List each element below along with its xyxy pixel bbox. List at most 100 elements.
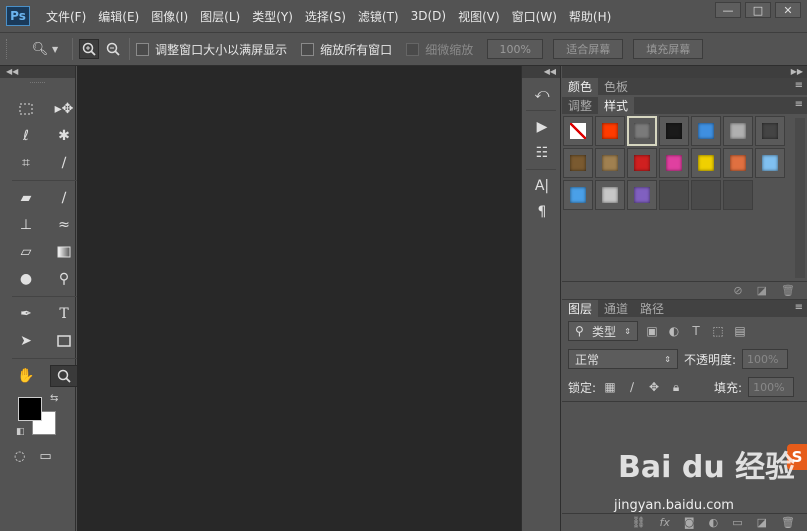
history-panel-icon[interactable]: ⤺ xyxy=(530,84,554,104)
collapse-dock-button[interactable]: ◀◀ xyxy=(522,66,560,78)
zoom-all-windows-option[interactable]: 缩放所有窗口 xyxy=(301,41,392,58)
delete-layer-icon[interactable]: 🗑︎ xyxy=(781,516,795,529)
paragraph-panel-icon[interactable]: ¶ xyxy=(530,202,554,222)
gradient-tool-icon[interactable] xyxy=(50,241,78,263)
collapse-tools-button[interactable]: ◀◀ xyxy=(0,66,75,78)
screen-mode-icon[interactable]: ▭ xyxy=(39,449,51,464)
dodge-tool-icon[interactable]: ⚲ xyxy=(50,268,78,290)
marquee-tool-icon[interactable] xyxy=(12,98,40,120)
history-brush-tool-icon[interactable]: ≈ xyxy=(50,214,78,236)
lock-position-icon[interactable]: ✥ xyxy=(646,379,662,395)
pattern-style[interactable] xyxy=(595,180,625,210)
sogou-input-badge[interactable]: S xyxy=(787,444,807,470)
collapse-panels-button[interactable]: ▶▶ xyxy=(562,66,807,78)
tab-swatches[interactable]: 色板 xyxy=(598,78,634,95)
type-filter-icon[interactable]: T xyxy=(688,323,704,339)
pen-tool-icon[interactable]: ✒ xyxy=(12,303,40,325)
lock-image-icon[interactable]: ∕ xyxy=(624,379,640,395)
document-canvas-area[interactable] xyxy=(77,66,521,531)
empty-style-1[interactable] xyxy=(659,180,689,210)
menu-view[interactable]: 视图(V) xyxy=(452,5,506,27)
menu-layer[interactable]: 图层(L) xyxy=(194,5,246,27)
none-style[interactable] xyxy=(563,116,593,146)
actual-pixels-button[interactable]: 100% xyxy=(487,39,544,59)
fill-screen-button[interactable]: 填充屏幕 xyxy=(633,39,704,59)
foreground-color-swatch[interactable] xyxy=(18,397,42,421)
default-colors-icon[interactable]: ◧ xyxy=(16,427,25,437)
move-tool-icon[interactable]: ▸✥ xyxy=(50,98,78,120)
layers-list[interactable] xyxy=(562,401,807,511)
menu-help[interactable]: 帮助(H) xyxy=(563,5,617,27)
opacity-field[interactable]: 100% xyxy=(742,349,789,369)
filter-kind-select[interactable]: ⚲ 类型 ⇕ xyxy=(568,321,638,341)
tab-channels[interactable]: 通道 xyxy=(598,300,634,317)
styles-scrollbar[interactable] xyxy=(795,118,805,278)
light-blue-style[interactable] xyxy=(755,148,785,178)
blur-tool-icon[interactable]: ● xyxy=(12,268,40,290)
healing-brush-tool-icon[interactable]: ▰ xyxy=(12,187,40,209)
rectangle-tool-icon[interactable] xyxy=(50,330,78,352)
fx-icon[interactable]: fx xyxy=(660,516,670,529)
shape-filter-icon[interactable]: ⬚ xyxy=(710,323,726,339)
black-emboss-style[interactable] xyxy=(659,116,689,146)
menu-file[interactable]: 文件(F) xyxy=(40,5,92,27)
path-selection-tool-icon[interactable]: ➤ xyxy=(12,330,40,352)
tool-preset-picker[interactable]: 🔍︎ ▼ xyxy=(30,39,58,59)
purple-style[interactable] xyxy=(627,180,657,210)
rainbow-style[interactable] xyxy=(659,148,689,178)
menu-filter[interactable]: 滤镜(T) xyxy=(352,5,405,27)
lasso-tool-icon[interactable]: ℓ xyxy=(12,125,40,147)
smart-object-filter-icon[interactable]: ▤ xyxy=(732,323,748,339)
yellow-frame-style[interactable] xyxy=(691,148,721,178)
tab-color[interactable]: 颜色 xyxy=(562,78,599,95)
properties-panel-icon[interactable]: ☷ xyxy=(530,143,554,163)
lock-all-icon[interactable]: 🔒︎ xyxy=(668,379,684,395)
maximize-button[interactable]: □ xyxy=(745,2,771,18)
resize-windows-checkbox[interactable] xyxy=(136,42,150,56)
minimize-button[interactable]: — xyxy=(715,2,741,18)
silver-style[interactable] xyxy=(723,116,753,146)
fit-screen-button[interactable]: 适合屏幕 xyxy=(553,39,624,59)
tab-styles[interactable]: 样式 xyxy=(598,97,635,114)
clone-stamp-tool-icon[interactable]: ⊥ xyxy=(12,214,40,236)
resize-windows-option[interactable]: 调整窗口大小以满屏显示 xyxy=(136,41,287,58)
zoom-out-button[interactable] xyxy=(103,39,123,59)
menu-select[interactable]: 选择(S) xyxy=(299,5,352,27)
orange-gradient-style[interactable] xyxy=(723,148,753,178)
zoom-tool-icon[interactable] xyxy=(50,365,78,387)
menu-edit[interactable]: 编辑(E) xyxy=(92,5,145,27)
actions-panel-icon[interactable]: ▶ xyxy=(530,117,554,137)
character-panel-icon[interactable]: A| xyxy=(530,176,554,196)
menu-type[interactable]: 类型(Y) xyxy=(246,5,299,27)
panel-menu-icon[interactable]: ≡ xyxy=(795,99,803,110)
zoom-all-windows-checkbox[interactable] xyxy=(301,42,315,56)
clear-style-icon[interactable]: ⊘ xyxy=(733,284,742,297)
red-glow-style[interactable] xyxy=(595,116,625,146)
pixel-filter-icon[interactable]: ▣ xyxy=(644,323,660,339)
panel-menu-icon[interactable]: ≡ xyxy=(795,302,803,313)
new-adjustment-icon[interactable]: ◐ xyxy=(709,516,719,529)
menu-image[interactable]: 图像(I) xyxy=(145,5,194,27)
sky-style[interactable] xyxy=(563,180,593,210)
eraser-tool-icon[interactable]: ▱ xyxy=(12,241,40,263)
quick-mask-icon[interactable]: ◌ xyxy=(14,449,25,464)
gray-bevel-style[interactable] xyxy=(627,116,657,146)
zoom-in-button[interactable] xyxy=(79,39,100,59)
tan-texture-style[interactable] xyxy=(595,148,625,178)
magic-wand-tool-icon[interactable]: ✱ xyxy=(50,125,78,147)
tab-paths[interactable]: 路径 xyxy=(634,300,670,317)
tab-adjustments[interactable]: 调整 xyxy=(562,97,598,114)
brush-tool-icon[interactable]: ∕ xyxy=(50,187,78,209)
empty-style-2[interactable] xyxy=(691,180,721,210)
new-style-icon[interactable]: ◪ xyxy=(757,284,767,297)
menu-3d[interactable]: 3D(D) xyxy=(405,5,452,27)
lock-transparent-icon[interactable]: ▦ xyxy=(602,379,618,395)
swap-colors-icon[interactable]: ⇆ xyxy=(50,393,58,404)
close-button[interactable]: ✕ xyxy=(775,2,801,18)
link-layers-icon[interactable]: ⛓ xyxy=(632,516,646,529)
fill-field[interactable]: 100% xyxy=(748,377,795,397)
tools-grip[interactable] xyxy=(30,82,45,90)
new-group-icon[interactable]: ▭ xyxy=(732,516,742,529)
empty-style-3[interactable] xyxy=(723,180,753,210)
blend-mode-select[interactable]: 正常 ⇕ xyxy=(568,349,678,369)
